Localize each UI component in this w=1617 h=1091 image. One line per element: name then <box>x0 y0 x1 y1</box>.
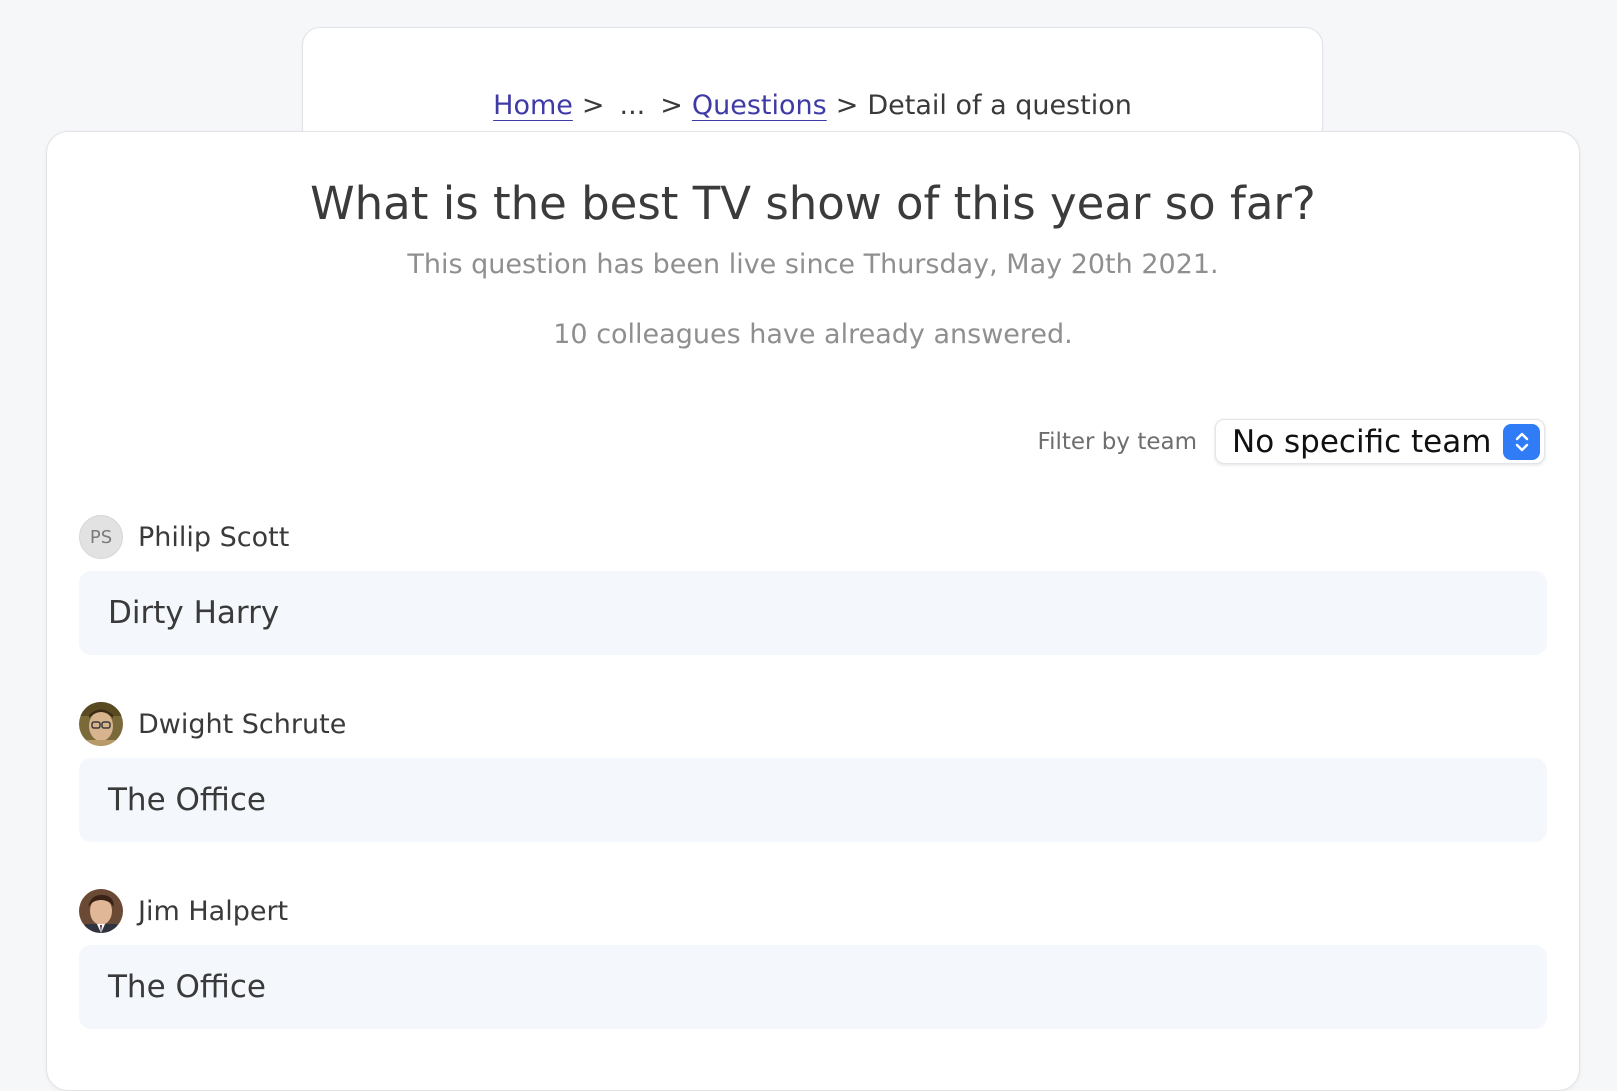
avatar <box>79 889 123 933</box>
question-detail-card: What is the best TV show of this year so… <box>46 131 1580 1091</box>
breadcrumb-questions-link[interactable]: Questions <box>692 90 827 121</box>
answer-text: The Office <box>108 782 266 818</box>
filter-label: Filter by team <box>1037 428 1197 455</box>
answer-author: Jim Halpert <box>79 889 1547 933</box>
breadcrumb-separator: > <box>660 90 683 121</box>
avatar <box>79 702 123 746</box>
answer-item: Jim Halpert The Office <box>79 889 1547 1029</box>
answer-box: The Office <box>79 945 1547 1029</box>
answer-text: Dirty Harry <box>108 595 280 631</box>
answer-box: The Office <box>79 758 1547 842</box>
author-name: Jim Halpert <box>138 895 289 927</box>
question-title: What is the best TV show of this year so… <box>310 177 1316 230</box>
answer-author: Dwight Schrute <box>79 702 1547 746</box>
team-select-value: No specific team <box>1232 423 1492 460</box>
team-select[interactable]: No specific team <box>1215 419 1545 464</box>
answer-item: Dwight Schrute The Office <box>79 702 1547 842</box>
breadcrumb-ellipsis: ... <box>619 90 646 121</box>
author-name: Dwight Schrute <box>138 708 347 740</box>
breadcrumb: Home >... > Questions > Detail of a question <box>303 88 1322 124</box>
breadcrumb-current: Detail of a question <box>867 90 1132 121</box>
answer-text: The Office <box>108 969 266 1005</box>
answer-author: PS Philip Scott <box>79 515 1547 559</box>
team-filter: Filter by team No specific team <box>1038 419 1545 464</box>
answer-box: Dirty Harry <box>79 571 1547 655</box>
breadcrumb-separator: > <box>581 90 605 121</box>
breadcrumb-home-link[interactable]: Home <box>493 90 573 121</box>
chevron-up-down-icon <box>1503 424 1540 460</box>
author-name: Philip Scott <box>138 521 290 553</box>
breadcrumb-separator: > <box>835 90 859 121</box>
avatar: PS <box>79 515 123 559</box>
live-since-text: This question has been live since Thursd… <box>407 249 1219 280</box>
answer-item: PS Philip Scott Dirty Harry <box>79 515 1547 655</box>
answer-count-text: 10 colleagues have already answered. <box>553 319 1073 350</box>
